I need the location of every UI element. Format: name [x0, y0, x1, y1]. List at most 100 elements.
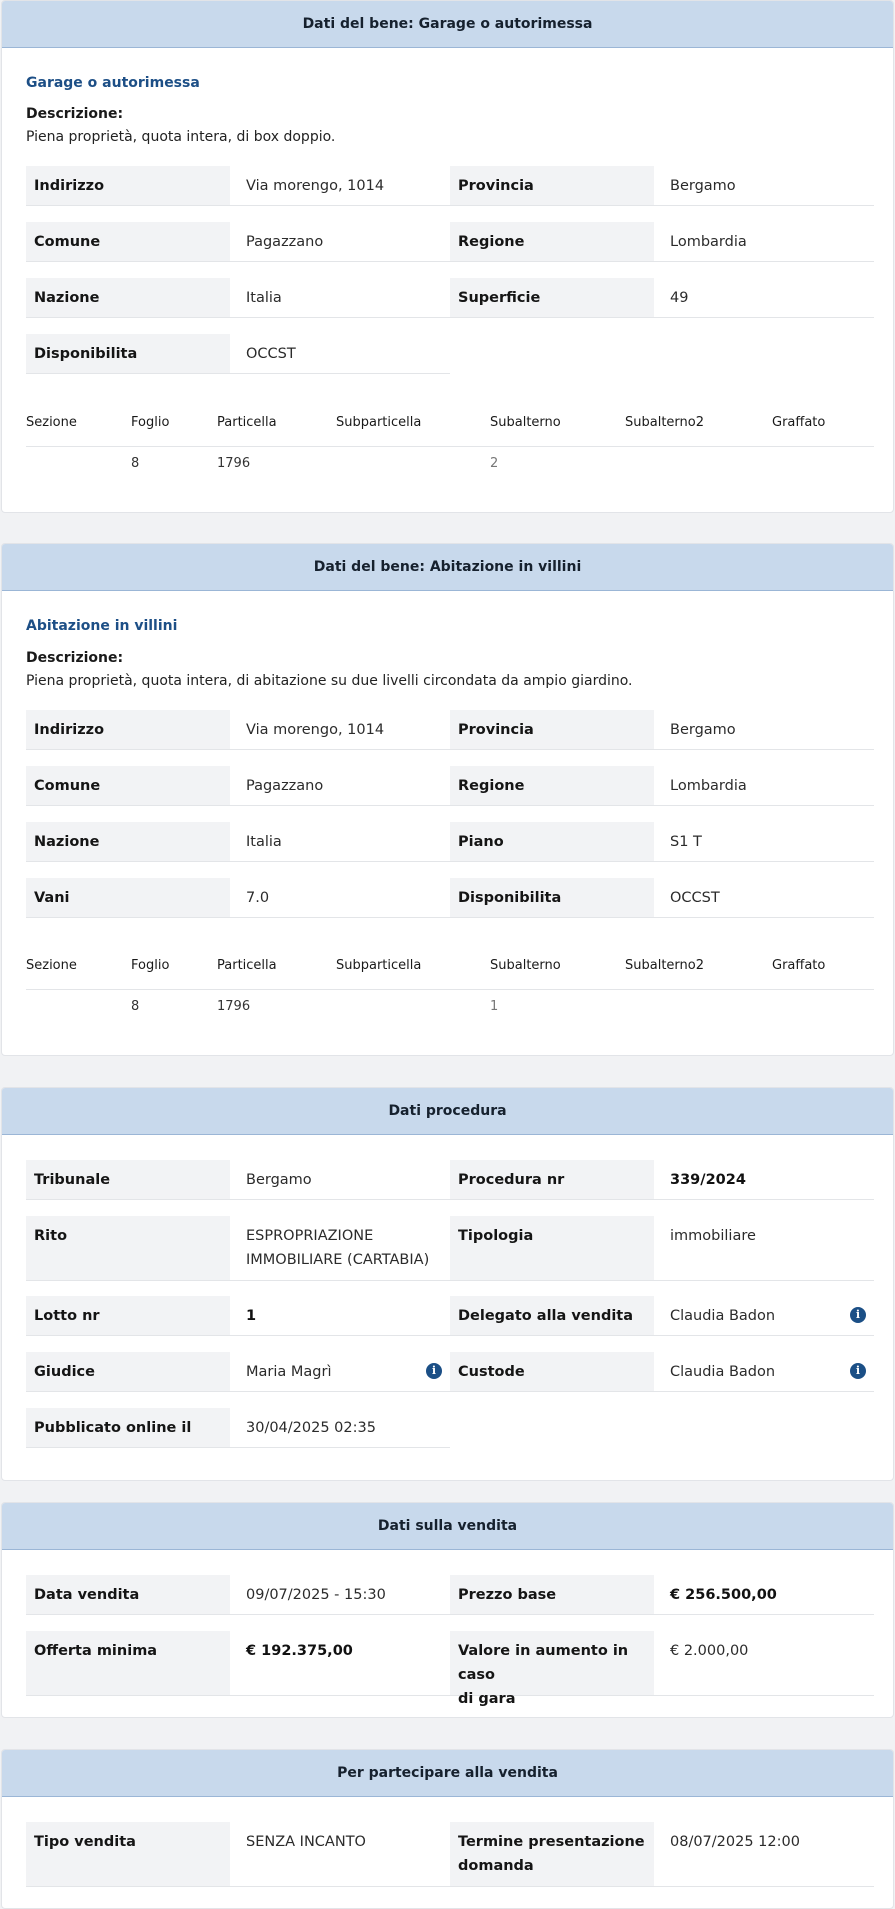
info-icon[interactable]: i: [850, 1307, 866, 1323]
value-rito: ESPROPRIAZIONE IMMOBILIARE (CARTABIA): [230, 1216, 450, 1281]
key-custode: Custode: [450, 1352, 654, 1392]
th-foglio: Foglio: [131, 958, 170, 973]
key-comune: Comune: [26, 222, 230, 262]
value-rito-line1: ESPROPRIAZIONE: [246, 1228, 374, 1244]
value-indirizzo: Via morengo, 1014: [230, 710, 450, 750]
th-sezione: Sezione: [26, 958, 77, 973]
key-valore-aumento-line2: di gara: [458, 1691, 516, 1707]
value-prezzo-base: € 256.500,00: [654, 1575, 874, 1615]
key-termine: Termine presentazione domanda: [450, 1822, 654, 1887]
value-regione: Lombardia: [654, 766, 874, 806]
value-termine: 08/07/2025 12:00: [654, 1822, 874, 1887]
value-rito-line2: IMMOBILIARE (CARTABIA): [246, 1252, 430, 1268]
th-particella: Particella: [217, 958, 277, 973]
key-comune: Comune: [26, 766, 230, 806]
th-subalterno2: Subalterno2: [625, 958, 704, 973]
td-subalterno: 1: [490, 999, 499, 1014]
key-termine-line2: domanda: [458, 1858, 534, 1874]
key-prezzo-base: Prezzo base: [450, 1575, 654, 1615]
key-piano: Piano: [450, 822, 654, 862]
key-giudice: Giudice: [26, 1352, 230, 1392]
card-dati-procedura: Dati procedura Tribunale Bergamo Procedu…: [1, 1087, 894, 1481]
td-foglio: 8: [131, 456, 140, 471]
card-dati-vendita: Dati sulla vendita Data vendita 09/07/20…: [1, 1502, 894, 1718]
value-custode-text: Claudia Badon: [670, 1364, 776, 1380]
key-valore-aumento-line1: Valore in aumento in caso: [458, 1643, 629, 1683]
key-delegato: Delegato alla vendita: [450, 1296, 654, 1336]
value-comune: Pagazzano: [230, 766, 450, 806]
bene-subtitle: Garage o autorimessa: [26, 75, 200, 91]
descrizione-text: Piena proprietà, quota intera, di abitaz…: [26, 673, 633, 689]
value-delegato: Claudia Badon i: [654, 1296, 874, 1336]
card-header: Per partecipare alla vendita: [2, 1750, 893, 1797]
key-rito: Rito: [26, 1216, 230, 1281]
key-offerta-minima: Offerta minima: [26, 1631, 230, 1696]
value-delegato-text: Claudia Badon: [670, 1308, 776, 1324]
card-header: Dati del bene: Garage o autorimessa: [2, 1, 893, 48]
key-nazione: Nazione: [26, 822, 230, 862]
key-valore-aumento: Valore in aumento in caso di gara: [450, 1631, 654, 1707]
descrizione-label: Descrizione:: [26, 650, 124, 666]
key-regione: Regione: [450, 766, 654, 806]
value-vani: 7.0: [230, 878, 450, 918]
info-icon[interactable]: i: [850, 1363, 866, 1379]
value-comune: Pagazzano: [230, 222, 450, 262]
th-subalterno2: Subalterno2: [625, 415, 704, 430]
td-foglio: 8: [131, 999, 140, 1014]
key-procedura-nr: Procedura nr: [450, 1160, 654, 1200]
bene-subtitle: Abitazione in villini: [26, 618, 178, 634]
value-offerta-minima: € 192.375,00: [230, 1631, 450, 1696]
key-vani: Vani: [26, 878, 230, 918]
card-bene-garage: Dati del bene: Garage o autorimessa Gara…: [1, 0, 894, 513]
key-tipo-vendita: Tipo vendita: [26, 1822, 230, 1887]
value-procedura-nr: 339/2024: [654, 1160, 874, 1200]
td-particella: 1796: [217, 999, 251, 1014]
key-lotto-nr: Lotto nr: [26, 1296, 230, 1336]
value-custode: Claudia Badon i: [654, 1352, 874, 1392]
card-header: Dati sulla vendita: [2, 1503, 893, 1550]
th-graffato: Graffato: [772, 415, 826, 430]
key-indirizzo: Indirizzo: [26, 166, 230, 206]
value-giudice: Maria Magrì i: [230, 1352, 450, 1392]
value-tipologia: immobiliare: [654, 1216, 874, 1281]
key-nazione: Nazione: [26, 278, 230, 318]
key-pubblicato: Pubblicato online il: [26, 1408, 230, 1448]
descrizione-label: Descrizione:: [26, 106, 124, 122]
info-icon[interactable]: i: [426, 1363, 442, 1379]
value-disponibilita: OCCST: [230, 334, 450, 374]
th-graffato: Graffato: [772, 958, 826, 973]
value-nazione: Italia: [230, 278, 450, 318]
key-tipologia: Tipologia: [450, 1216, 654, 1281]
descrizione-text: Piena proprietà, quota intera, di box do…: [26, 129, 336, 145]
value-tipo-vendita: SENZA INCANTO: [230, 1822, 450, 1887]
th-subalterno: Subalterno: [490, 958, 561, 973]
th-particella: Particella: [217, 415, 277, 430]
value-nazione: Italia: [230, 822, 450, 862]
value-provincia: Bergamo: [654, 710, 874, 750]
value-valore-aumento: € 2.000,00: [654, 1631, 874, 1696]
th-foglio: Foglio: [131, 415, 170, 430]
key-termine-line1: Termine presentazione: [458, 1834, 645, 1850]
value-piano: S1 T: [654, 822, 874, 862]
value-provincia: Bergamo: [654, 166, 874, 206]
key-provincia: Provincia: [450, 166, 654, 206]
value-indirizzo: Via morengo, 1014: [230, 166, 450, 206]
table-divider: [26, 446, 874, 447]
key-tribunale: Tribunale: [26, 1160, 230, 1200]
value-lotto-nr: 1: [230, 1296, 450, 1336]
key-indirizzo: Indirizzo: [26, 710, 230, 750]
card-partecipa: Per partecipare alla vendita Tipo vendit…: [1, 1749, 894, 1909]
key-regione: Regione: [450, 222, 654, 262]
td-particella: 1796: [217, 456, 251, 471]
th-subalterno: Subalterno: [490, 415, 561, 430]
key-superficie: Superficie: [450, 278, 654, 318]
value-regione: Lombardia: [654, 222, 874, 262]
card-bene-abitazione: Dati del bene: Abitazione in villini Abi…: [1, 543, 894, 1056]
td-subalterno: 2: [490, 456, 499, 471]
th-subparticella: Subparticella: [336, 958, 422, 973]
value-giudice-text: Maria Magrì: [246, 1364, 332, 1380]
table-divider: [26, 989, 874, 990]
card-header: Dati del bene: Abitazione in villini: [2, 544, 893, 591]
value-disponibilita: OCCST: [654, 878, 874, 918]
value-tribunale: Bergamo: [230, 1160, 450, 1200]
